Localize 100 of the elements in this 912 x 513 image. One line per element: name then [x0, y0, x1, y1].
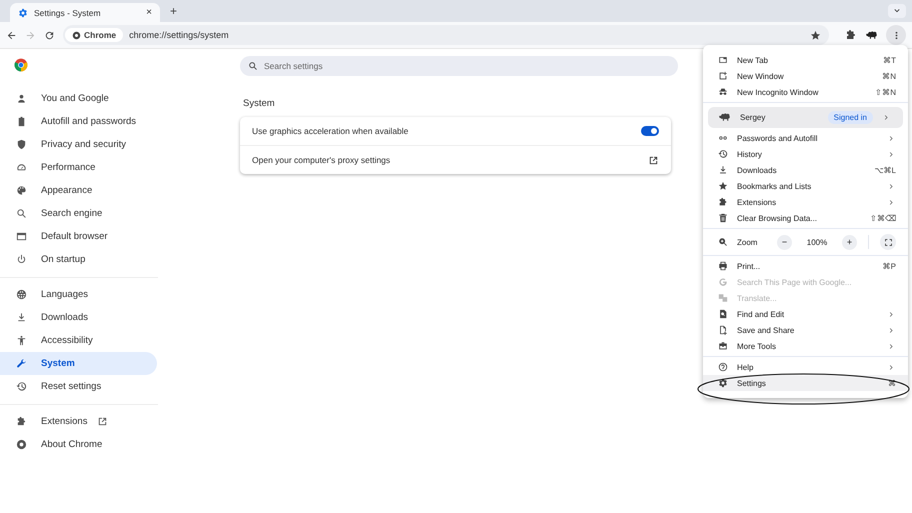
sidebar-item[interactable]: Languages — [0, 283, 157, 306]
forward-arrow-icon — [25, 30, 36, 40]
trash-icon — [718, 213, 728, 223]
help-icon — [718, 362, 728, 372]
browser-tab[interactable]: Settings - System × — [10, 3, 160, 22]
menu-item[interactable]: New Incognito Window ⇧⌘N — [703, 84, 908, 100]
zoom-in-button[interactable]: + — [842, 234, 857, 250]
save-icon — [718, 325, 728, 335]
menu-item[interactable]: Save and Share — [703, 322, 908, 338]
sidebar-item[interactable]: Privacy and security — [0, 133, 157, 156]
search-icon — [16, 208, 27, 219]
sidebar-item[interactable]: Appearance — [0, 179, 157, 202]
star-icon — [718, 181, 728, 191]
tab-icon — [718, 55, 728, 65]
sidebar-item[interactable]: Extensions — [0, 410, 157, 433]
sidebar-item[interactable]: Reset settings — [0, 375, 157, 398]
toolbox-icon — [718, 341, 728, 351]
gauge-icon — [16, 162, 27, 173]
avatar-icon — [865, 28, 878, 42]
sidebar-item[interactable]: System — [0, 352, 157, 375]
settings-row[interactable]: Use graphics acceleration when available — [240, 117, 671, 145]
menu-item[interactable]: Find and Edit — [703, 306, 908, 322]
sidebar-item[interactable]: About Chrome — [0, 433, 157, 456]
star-icon — [810, 30, 821, 40]
shortcut-text: ⌘P — [882, 262, 896, 270]
wrench-icon — [16, 358, 27, 369]
sidebar-item[interactable]: On startup — [0, 248, 157, 271]
gear-icon — [18, 8, 28, 18]
back-arrow-icon — [6, 30, 17, 40]
menu-item[interactable]: Print... ⌘P — [703, 258, 908, 274]
zoom-level: 100% — [806, 238, 828, 246]
palette-icon — [16, 185, 27, 196]
settings-icon — [718, 378, 728, 388]
menu-item[interactable]: More Tools — [703, 338, 908, 354]
person-icon — [16, 93, 27, 104]
globe-icon — [16, 289, 27, 300]
bookmark-button[interactable] — [810, 30, 821, 40]
sidebar-item[interactable]: Autofill and passwords — [0, 110, 157, 133]
zoom-out-button[interactable]: − — [777, 234, 792, 250]
power-icon — [16, 254, 27, 265]
external-link-icon — [648, 154, 659, 166]
google-icon — [718, 277, 728, 287]
site-chip[interactable]: Chrome — [65, 28, 124, 42]
menu-item[interactable]: Downloads ⌥⌘L — [703, 162, 908, 178]
back-button[interactable] — [6, 30, 17, 40]
chrome-logo — [14, 58, 28, 72]
incognito-icon — [718, 87, 728, 97]
sidebar-item[interactable]: Downloads — [0, 306, 157, 329]
toggle-switch[interactable] — [641, 126, 659, 136]
settings-row[interactable]: Open your computer's proxy settings — [240, 145, 671, 174]
download-icon — [718, 165, 728, 175]
shortcut-text: ⌥⌘L — [874, 166, 896, 174]
printer-icon — [718, 261, 728, 271]
puzzle-icon — [718, 197, 728, 207]
profile-button[interactable] — [865, 28, 878, 42]
new-window-icon — [718, 71, 728, 81]
menu-item[interactable]: Help — [703, 359, 908, 375]
external-link-icon — [97, 416, 108, 427]
translate-icon — [718, 293, 728, 303]
browser-window-icon — [16, 231, 27, 242]
new-tab-button[interactable]: + — [166, 4, 182, 18]
sidebar-item[interactable]: Accessibility — [0, 329, 157, 352]
section-title: System — [243, 98, 276, 109]
menu-item[interactable]: Extensions — [703, 194, 908, 210]
zoom-label: Zoom — [737, 238, 758, 246]
sidebar-item[interactable]: Search engine — [0, 202, 157, 225]
avatar-icon — [718, 111, 731, 124]
puzzle-icon — [16, 416, 27, 427]
close-tab-button[interactable]: × — [146, 7, 152, 18]
url-text: chrome://settings/system — [129, 30, 230, 40]
puzzle-icon — [845, 29, 857, 41]
menu-item[interactable]: New Tab ⌘T — [703, 52, 908, 68]
menu-item[interactable]: New Window ⌘N — [703, 68, 908, 84]
extensions-button[interactable] — [845, 29, 857, 41]
search-field[interactable]: Search settings — [240, 56, 678, 76]
reload-button[interactable] — [44, 30, 55, 40]
shortcut-text: ⇧⌘N — [875, 88, 896, 96]
fullscreen-icon — [884, 238, 892, 246]
shortcut-text: ⌘T — [883, 56, 896, 64]
profile-menu-item[interactable]: Sergey Signed in — [708, 107, 903, 128]
history-icon — [16, 381, 27, 392]
menu-item[interactable]: Clear Browsing Data... ⇧⌘⌫ — [703, 210, 908, 226]
fullscreen-button[interactable] — [880, 234, 896, 250]
shortcut-text: ⇧⌘⌫ — [870, 214, 896, 222]
history-icon — [718, 149, 728, 159]
download-icon — [16, 312, 27, 323]
find-icon — [718, 309, 728, 319]
search-icon — [248, 61, 258, 71]
menu-item[interactable]: History — [703, 146, 908, 162]
shield-icon — [16, 139, 27, 150]
sidebar-item[interactable]: Default browser — [0, 225, 157, 248]
sidebar-item[interactable]: You and Google — [0, 87, 157, 110]
accessibility-icon — [16, 335, 27, 346]
menu-item[interactable]: Bookmarks and Lists — [703, 178, 908, 194]
zoom-icon — [718, 237, 728, 247]
sidebar-item[interactable]: Performance — [0, 156, 157, 179]
shortcut-text: ⌘N — [882, 72, 896, 80]
reload-icon — [44, 30, 55, 40]
address-bar[interactable]: Chrome chrome://settings/system — [63, 25, 829, 45]
menu-item[interactable]: Passwords and Autofill — [703, 130, 908, 146]
